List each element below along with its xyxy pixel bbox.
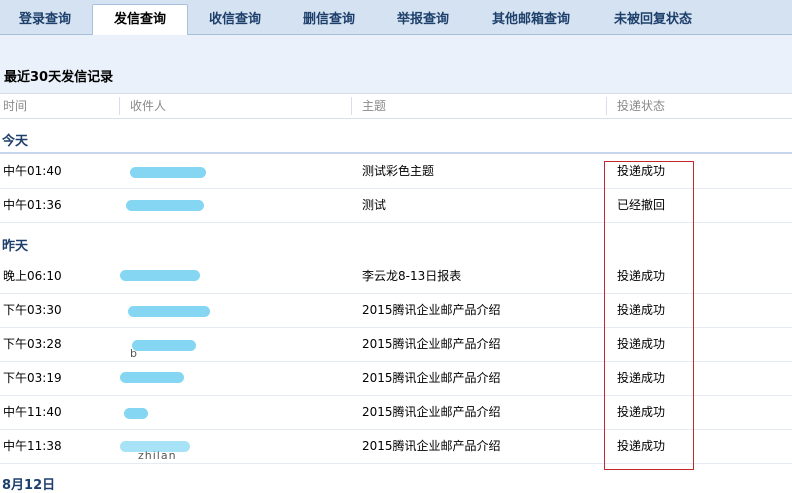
page-title: 最近30天发信记录 — [4, 70, 114, 85]
redaction-mark — [130, 167, 206, 178]
row-subject[interactable]: 测试 — [362, 188, 386, 222]
row-recipient — [120, 361, 240, 395]
row-time: 中午11:40 — [3, 405, 62, 419]
row-subject[interactable]: 2015腾讯企业邮产品介绍 — [362, 293, 501, 327]
redaction-mark — [120, 372, 184, 383]
status-highlight-box — [604, 161, 694, 470]
section-header: 最近30天发信记录 — [0, 35, 792, 93]
row-recipient — [120, 188, 240, 222]
tab-unreplied-status[interactable]: 未被回复状态 — [600, 6, 706, 33]
row-time: 中午01:40 — [3, 164, 62, 178]
row-time: 下午03:30 — [3, 303, 62, 317]
row-time: 中午01:36 — [3, 198, 62, 212]
column-time[interactable]: 时间 — [3, 94, 27, 118]
row-recipient — [120, 154, 240, 188]
row-recipient — [120, 293, 240, 327]
row-time: 下午03:28 — [3, 337, 62, 351]
row-subject[interactable]: 李云龙8-13日报表 — [362, 259, 461, 293]
row-time: 下午03:19 — [3, 371, 62, 385]
group-label-today: 今天 — [2, 134, 29, 149]
tab-sent-query[interactable]: 发信查询 — [92, 4, 188, 35]
group-label-yesterday: 昨天 — [2, 239, 29, 254]
tab-received-query[interactable]: 收信查询 — [196, 6, 274, 33]
row-subject[interactable]: 测试彩色主题 — [362, 154, 434, 188]
tab-other-mailbox-query[interactable]: 其他邮箱查询 — [478, 6, 584, 33]
tab-login-query[interactable]: 登录查询 — [6, 6, 84, 33]
tab-bar: 登录查询 发信查询 收信查询 删信查询 举报查询 其他邮箱查询 未被回复状态 — [0, 0, 792, 35]
row-subject[interactable]: 2015腾讯企业邮产品介绍 — [362, 429, 501, 463]
row-recipient: b — [120, 327, 240, 361]
row-subject[interactable]: 2015腾讯企业邮产品介绍 — [362, 361, 501, 395]
column-divider — [119, 97, 120, 115]
redaction-mark — [132, 340, 196, 351]
column-status[interactable]: 投递状态 — [617, 94, 665, 118]
redaction-mark — [124, 408, 148, 419]
row-time: 中午11:38 — [3, 439, 62, 453]
column-subject[interactable]: 主题 — [362, 94, 386, 118]
row-subject[interactable]: 2015腾讯企业邮产品介绍 — [362, 395, 501, 429]
column-divider — [606, 97, 607, 115]
redaction-mark — [120, 441, 190, 452]
row-recipient — [120, 259, 240, 293]
table-header: 时间 收件人 主题 投递状态 — [0, 93, 792, 119]
row-subject[interactable]: 2015腾讯企业邮产品介绍 — [362, 327, 501, 361]
row-recipient — [120, 395, 240, 429]
row-recipient: zhilan — [120, 429, 240, 463]
tab-deleted-query[interactable]: 删信查询 — [290, 6, 368, 33]
row-time: 晚上06:10 — [3, 269, 62, 283]
redaction-mark — [128, 306, 210, 317]
redaction-mark — [120, 270, 200, 281]
tab-report-query[interactable]: 举报查询 — [384, 6, 462, 33]
column-divider — [351, 97, 352, 115]
group-label-next: 8月12日 — [2, 478, 56, 493]
redaction-mark — [126, 200, 204, 211]
column-recipient[interactable]: 收件人 — [130, 94, 166, 118]
